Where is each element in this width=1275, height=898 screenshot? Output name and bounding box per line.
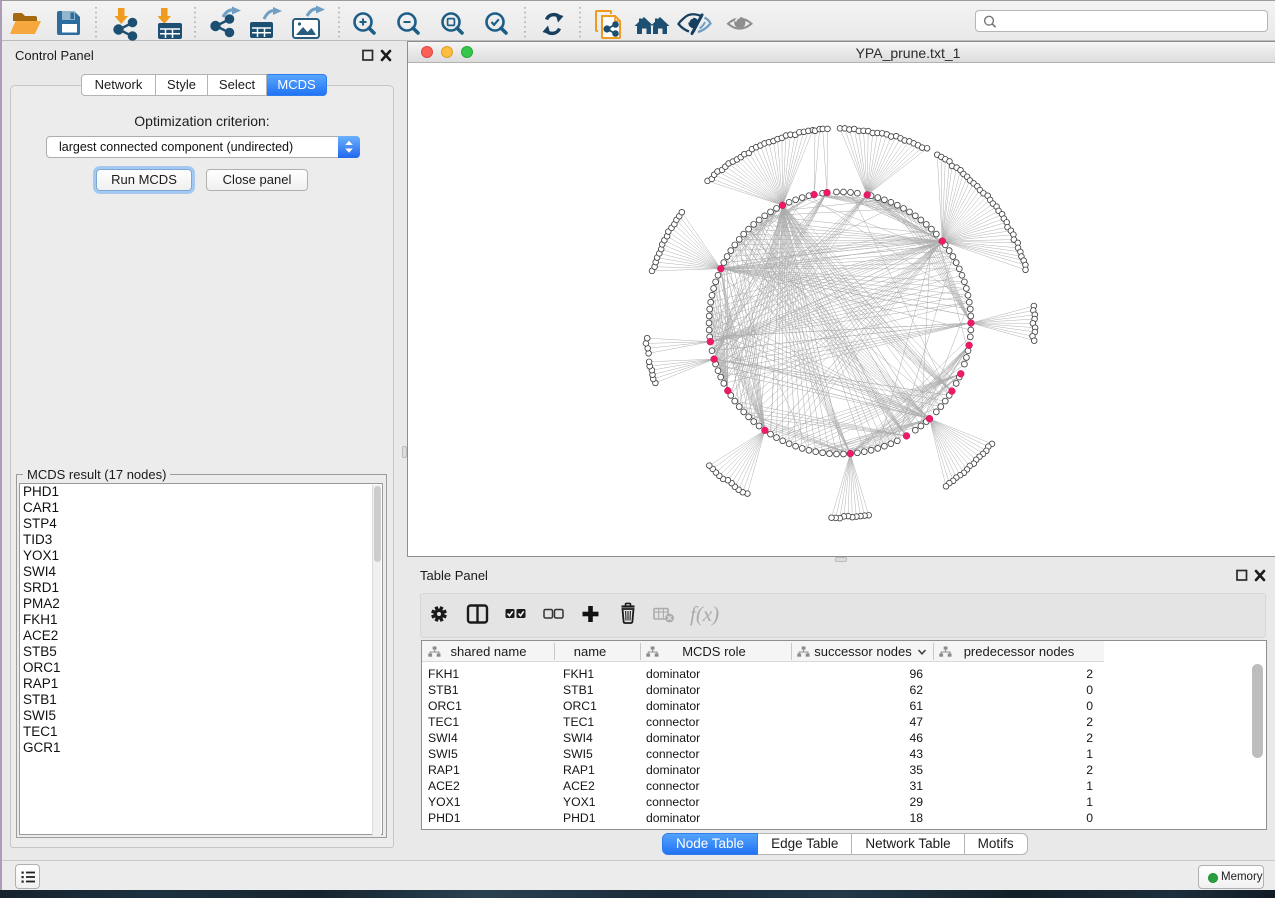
svg-text:f(x): f(x) xyxy=(690,602,719,626)
